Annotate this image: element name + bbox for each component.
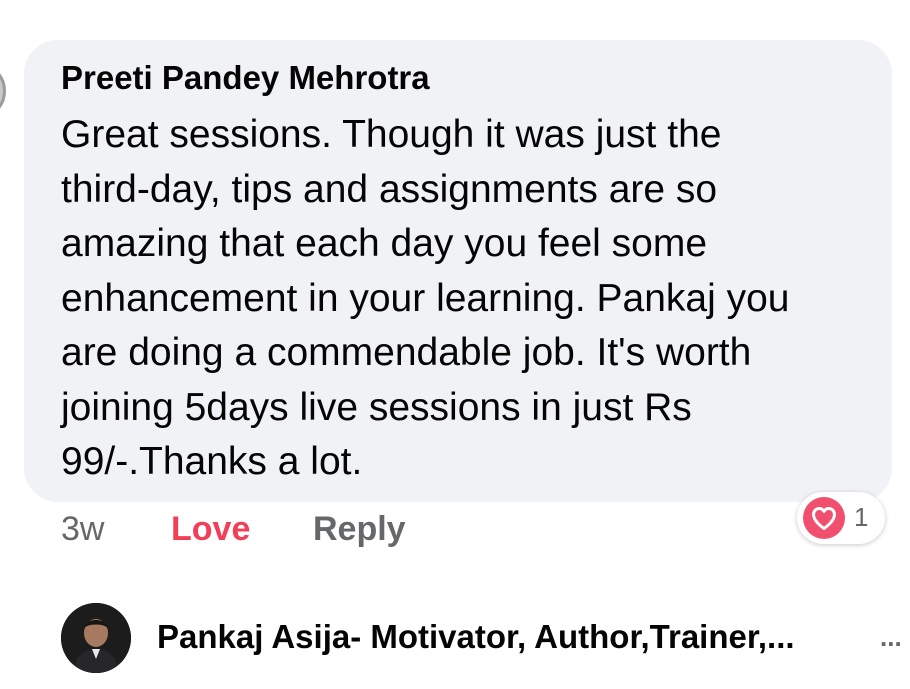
comment-author-name[interactable]: Preeti Pandey Mehrotra: [61, 59, 430, 97]
commenter-avatar[interactable]: [0, 62, 6, 120]
reaction-summary[interactable]: 1: [797, 492, 885, 544]
reaction-count: 1: [854, 502, 869, 532]
reply-button[interactable]: Reply: [313, 510, 406, 549]
more-options-button[interactable]: ...: [880, 622, 902, 653]
comment-timestamp[interactable]: 3w: [61, 510, 104, 549]
reply-author-avatar[interactable]: [61, 603, 131, 673]
reply-author-name[interactable]: Pankaj Asija- Motivator, Author,Trainer,…: [157, 618, 795, 656]
love-button[interactable]: Love: [171, 510, 250, 549]
comment-text: Great sessions. Though it was just the t…: [61, 113, 790, 483]
comment-thread: Preeti Pandey Mehrotra Great sessions. T…: [0, 0, 910, 689]
heart-icon: [803, 497, 845, 539]
